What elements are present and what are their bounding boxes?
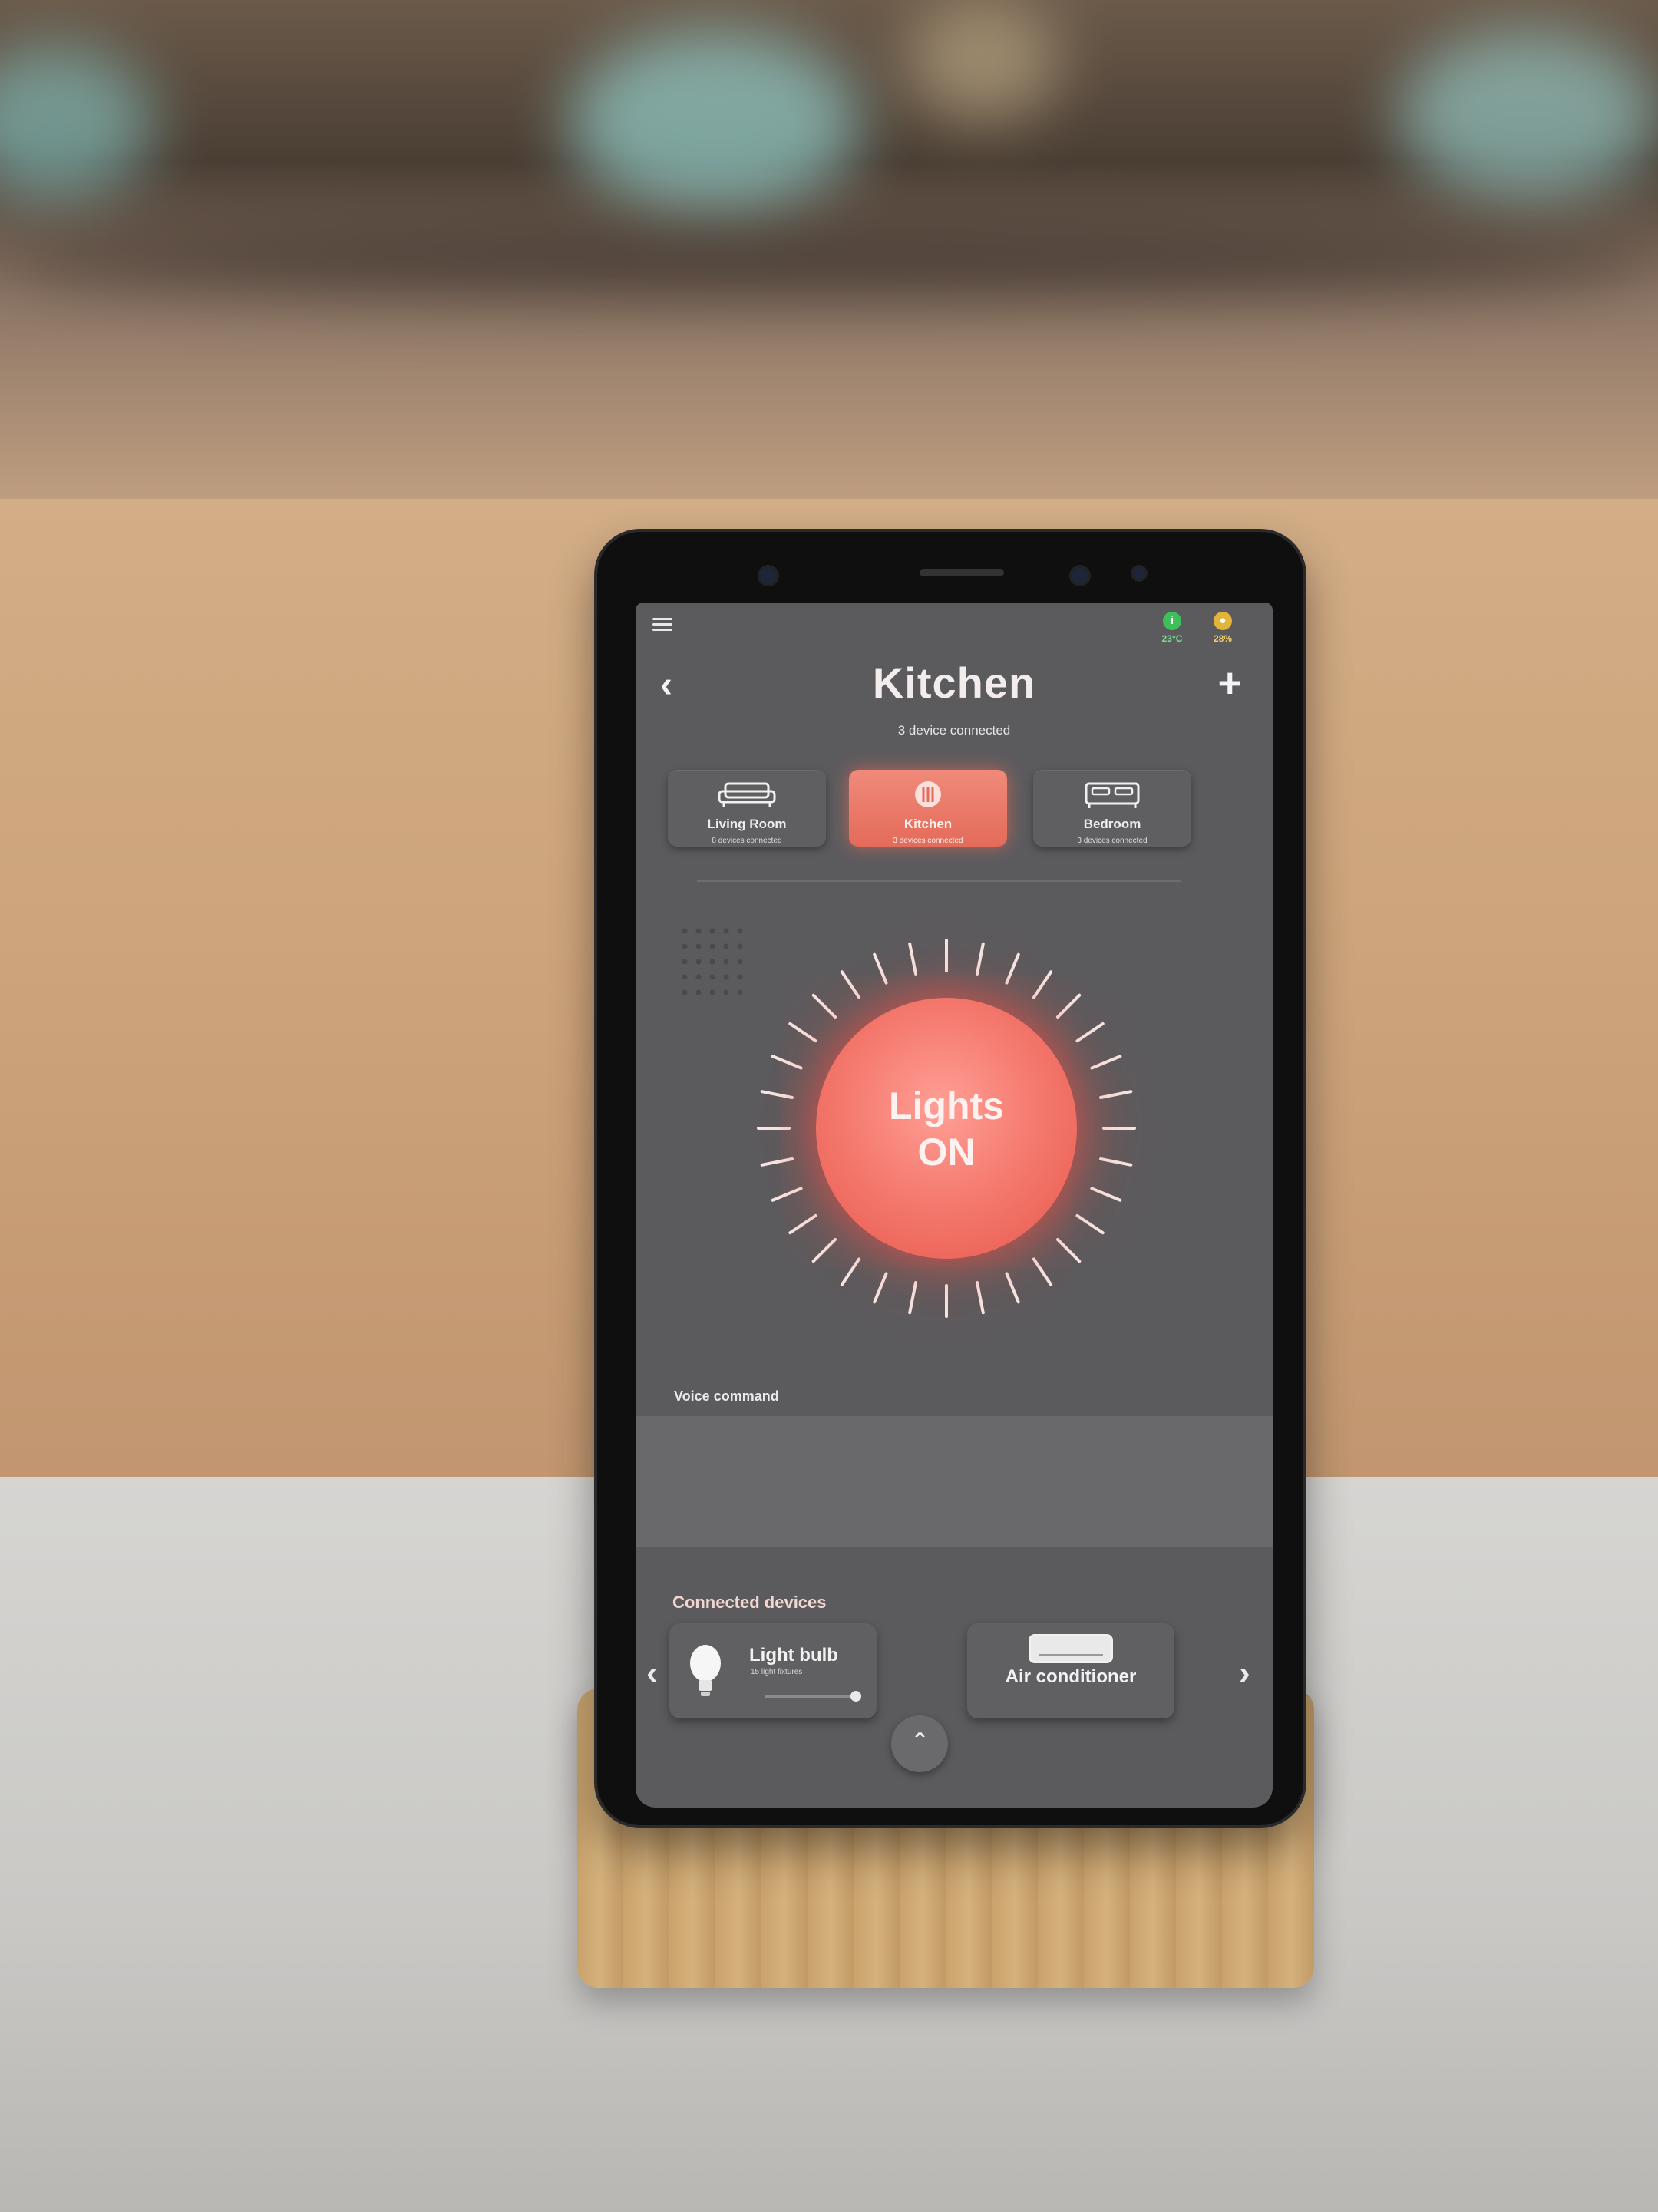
sun-ray	[1005, 1272, 1020, 1304]
device-title: Air conditioner	[1005, 1666, 1137, 1687]
sun-ray	[811, 1237, 837, 1263]
sun-ray	[788, 1022, 817, 1043]
sun-ray	[771, 1055, 803, 1070]
phone-bezel	[597, 532, 1303, 603]
sun-ray	[1032, 1257, 1053, 1286]
sun-ray	[1099, 1157, 1133, 1167]
sun-ray	[1005, 952, 1020, 985]
hamburger-menu-icon[interactable]	[652, 618, 672, 633]
chevron-right-icon[interactable]: ›	[1239, 1654, 1250, 1692]
decorative-dot-grid	[682, 928, 743, 995]
sofa-icon	[718, 782, 776, 807]
plus-icon[interactable]: +	[1217, 659, 1242, 707]
sun-ray	[1090, 1055, 1122, 1070]
temperature-value: 23°C	[1161, 633, 1183, 644]
room-label: Living Room	[707, 817, 787, 831]
water-drop-icon: ●	[1214, 612, 1232, 630]
room-selector: Living Room 8 devices connected Kitchen …	[668, 770, 1251, 847]
sun-ray	[760, 1090, 794, 1100]
background-shelf	[0, 0, 1658, 537]
front-camera-icon	[1072, 567, 1088, 584]
cutlery-icon	[915, 781, 941, 807]
lights-label: Lights	[889, 1085, 1004, 1127]
room-card-bedroom[interactable]: Bedroom 3 devices connected	[1033, 770, 1191, 847]
room-device-count: 8 devices connected	[712, 837, 782, 845]
sun-ray	[1032, 970, 1053, 999]
room-card-kitchen[interactable]: Kitchen 3 devices connected	[849, 770, 1007, 847]
sun-ray	[771, 1187, 803, 1202]
temperature-indicator: i 23°C	[1145, 612, 1199, 644]
sun-ray	[811, 993, 837, 1019]
sun-ray	[1099, 1090, 1133, 1100]
bed-icon	[1085, 782, 1140, 808]
sun-ray	[760, 1157, 794, 1167]
earpiece-speaker	[920, 569, 1004, 576]
sun-ray	[1055, 1237, 1082, 1263]
sun-ray	[873, 1272, 888, 1304]
device-count-subtitle: 3 device connected	[897, 723, 1011, 738]
air-conditioner-icon	[1029, 1634, 1113, 1663]
humidity-indicator: ● 28%	[1196, 612, 1250, 644]
page-title: Kitchen	[872, 659, 1036, 707]
room-card-living-room[interactable]: Living Room 8 devices connected	[668, 770, 826, 847]
proximity-sensor-icon	[1133, 567, 1145, 579]
sun-ray	[1075, 1022, 1105, 1043]
room-device-count: 3 devices connected	[1077, 837, 1148, 845]
brightness-slider-track[interactable]	[765, 1695, 857, 1698]
sun-ray	[840, 970, 861, 999]
device-title: Light bulb	[749, 1645, 838, 1666]
sun-ray	[1055, 993, 1082, 1019]
sun-ray	[873, 952, 888, 985]
sun-ray	[908, 1281, 918, 1315]
room-label: Kitchen	[903, 817, 953, 831]
sun-ray	[1090, 1187, 1122, 1202]
thermometer-icon: i	[1163, 612, 1181, 630]
sun-ray	[975, 942, 985, 976]
front-sensor-icon	[760, 567, 777, 584]
chevron-left-icon[interactable]: ‹	[646, 1654, 658, 1692]
lights-state: ON	[917, 1131, 976, 1174]
section-divider	[697, 880, 1181, 882]
device-card-air-conditioner[interactable]: Air conditioner	[967, 1623, 1174, 1718]
lights-toggle-button[interactable]: Lights ON	[816, 998, 1077, 1259]
room-label: Bedroom	[1083, 817, 1141, 831]
sun-ray	[908, 942, 918, 976]
lights-control: Lights ON	[743, 925, 1150, 1332]
sun-ray	[1075, 1213, 1105, 1235]
connected-devices-label: Connected devices	[672, 1593, 827, 1612]
device-card-light-bulb[interactable]: Light bulb 15 light fixtures	[669, 1623, 877, 1718]
status-bar: i 23°C ● 28%	[636, 603, 1273, 649]
chevron-up-button[interactable]: ˆ	[891, 1715, 948, 1772]
device-subtitle: 15 light fixtures	[751, 1668, 803, 1676]
light-bulb-icon	[690, 1645, 721, 1696]
sun-ray	[840, 1257, 861, 1286]
sun-ray	[975, 1281, 985, 1315]
voice-command-label: Voice command	[674, 1388, 779, 1404]
smartphone: i 23°C ● 28% ‹ Kitchen + 3 device connec…	[597, 532, 1303, 1825]
voice-command-panel[interactable]	[636, 1416, 1273, 1547]
sun-ray	[788, 1213, 817, 1235]
brightness-slider-handle[interactable]	[850, 1691, 861, 1702]
app-screen: i 23°C ● 28% ‹ Kitchen + 3 device connec…	[636, 603, 1273, 1808]
room-device-count: 3 devices connected	[893, 837, 963, 845]
humidity-value: 28%	[1213, 633, 1233, 644]
